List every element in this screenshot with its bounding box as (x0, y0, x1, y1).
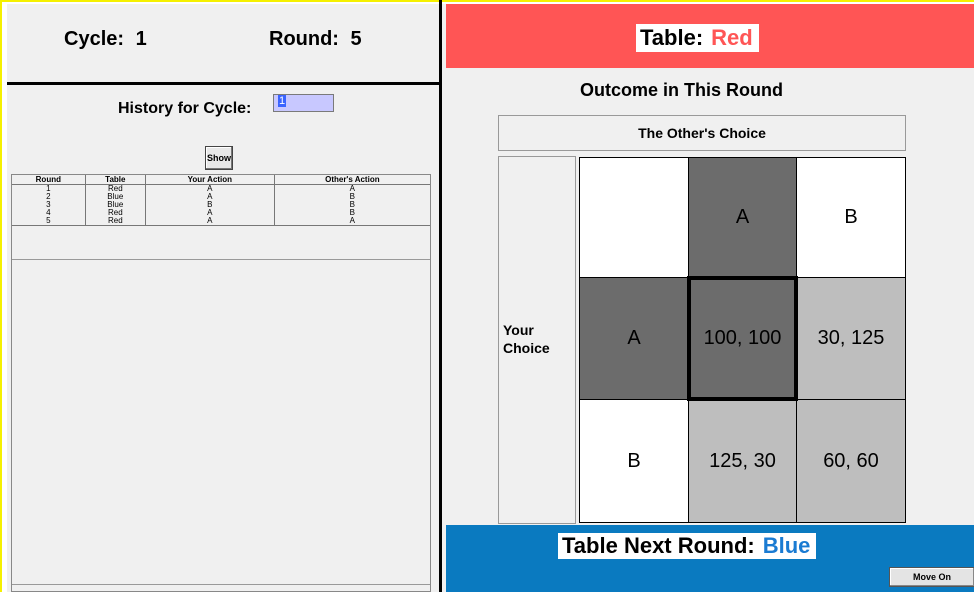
table-row: 3 Blue B B (12, 201, 430, 209)
round-label: Round: (269, 28, 339, 50)
history-cycle-input-value: 1 (278, 95, 287, 107)
round-status: Round: 5 (269, 28, 362, 51)
others-choice-header: The Other's Choice (498, 115, 906, 151)
row-header-b: B (579, 399, 689, 523)
history-cell: A (145, 217, 275, 226)
cycle-status: Cycle: 1 (64, 28, 147, 51)
table-indicator: Table: Red (636, 24, 759, 52)
history-scroll-bottom (12, 584, 430, 587)
history-cell: 5 (12, 217, 86, 226)
next-round-label: Table Next Round: (562, 533, 755, 558)
payoff-b-b: 60, 60 (796, 399, 906, 523)
next-round-indicator: Table Next Round: Blue (558, 533, 817, 559)
right-panel: Table: Red Outcome in This Round The Oth… (442, 4, 974, 592)
table-banner: Table: Red (446, 4, 974, 68)
history-cell: Red (85, 217, 146, 226)
table-row: 2 Blue A B (12, 193, 430, 201)
outcome-title: Outcome in This Round (580, 80, 783, 100)
your-choice-label: Your Choice (503, 322, 550, 356)
payoff-b-a: 125, 30 (688, 399, 797, 523)
table-label: Table: (640, 25, 704, 50)
col-header-b: B (796, 157, 906, 278)
table-value: Red (711, 25, 753, 51)
show-button[interactable]: Show (205, 146, 233, 170)
row-header-a: A (579, 277, 689, 400)
history-table: Round Table Your Action Other's Action 1… (12, 175, 430, 226)
table-row: 1 Red A A (12, 184, 430, 193)
next-round-value: Blue (762, 533, 811, 558)
next-round-banner: Table Next Round: Blue Move On (446, 525, 974, 592)
payoff-a-b: 30, 125 (796, 277, 906, 400)
history-title: History for Cycle: (118, 100, 252, 117)
payoff-matrix: A B A 30, 125 B 125, 30 60, 60 100, 100 (579, 157, 906, 523)
round-value: 5 (350, 28, 362, 50)
history-table-panel: Round Table Your Action Other's Action 1… (11, 174, 431, 592)
payoff-a-a-selected: 100, 100 (687, 276, 798, 401)
table-row: 5 Red A A (12, 217, 430, 226)
history-header-row: Round Table Your Action Other's Action (12, 175, 430, 185)
history-cycle-input[interactable]: 1 (273, 94, 334, 112)
cycle-value: 1 (135, 28, 147, 50)
col-header-a: A (688, 157, 797, 278)
left-panel: Cycle: 1 Round: 5 History for Cycle: 1 S… (7, 4, 441, 592)
table-row: 4 Red A B (12, 209, 430, 217)
matrix-corner (579, 157, 689, 278)
window-frame-top (0, 0, 974, 2)
your-choice-header: Your Choice (498, 156, 576, 524)
move-on-button[interactable]: Move On (889, 567, 974, 587)
status-header: Cycle: 1 Round: 5 (7, 4, 441, 85)
history-cell: A (274, 217, 430, 226)
history-divider (12, 259, 430, 260)
window-frame-left (0, 0, 2, 592)
cycle-label: Cycle: (64, 28, 125, 50)
